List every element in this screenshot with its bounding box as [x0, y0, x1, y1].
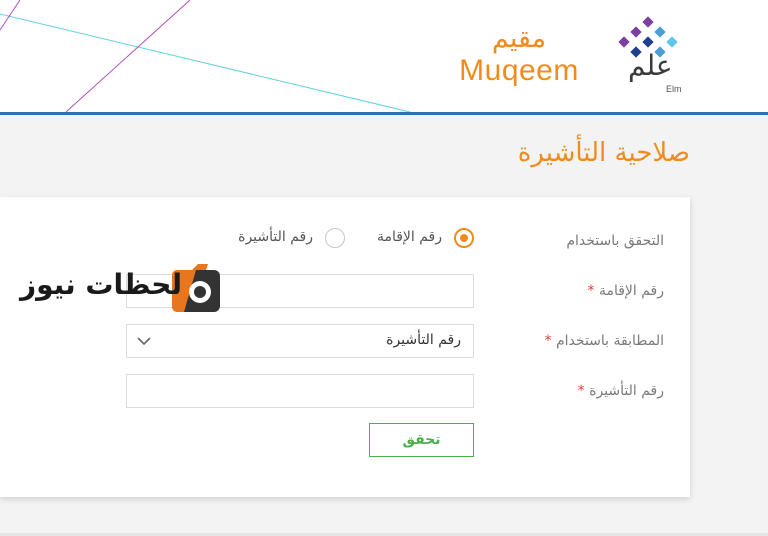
decorative-lines — [0, 0, 411, 112]
iqama-number-label: رقم الإقامة * — [587, 283, 664, 299]
match-by-label: المطابقة باستخدام * — [545, 333, 664, 349]
visa-number-label: رقم التأشيرة * — [578, 383, 664, 399]
radio-visa-number[interactable] — [325, 228, 345, 248]
iqama-number-label-text: رقم الإقامة — [598, 283, 664, 299]
verify-button[interactable]: تحقق — [369, 423, 474, 457]
muqeem-logo-arabic: مقيم — [491, 23, 547, 54]
watermark-text: لحظات نيوز — [20, 268, 182, 301]
elm-logo-arabic: علم — [628, 49, 673, 82]
site-header: مقيم Muqeem علم Elm — [0, 0, 768, 115]
page-title: صلاحية التأشيرة — [517, 138, 690, 168]
required-marker: * — [587, 283, 595, 299]
required-marker: * — [544, 333, 552, 349]
match-by-selected-value: رقم التأشيرة — [386, 332, 461, 348]
required-marker: * — [577, 383, 585, 399]
radio-iqama-number[interactable] — [454, 228, 474, 248]
match-by-select[interactable]: رقم التأشيرة — [126, 324, 474, 358]
radio-iqama-label[interactable]: رقم الإقامة — [377, 229, 442, 245]
muqeem-logo-english: Muqeem — [459, 54, 579, 87]
muqeem-logo[interactable]: مقيم Muqeem — [452, 24, 586, 96]
radio-visa-label[interactable]: رقم التأشيرة — [238, 229, 313, 245]
verify-by-label: التحقق باستخدام — [566, 233, 664, 249]
visa-number-label-text: رقم التأشيرة — [589, 383, 664, 399]
visa-number-input[interactable] — [126, 374, 474, 408]
elm-logo-english: Elm — [666, 84, 682, 94]
match-by-label-text: المطابقة باستخدام — [556, 333, 664, 349]
chevron-down-icon — [137, 337, 151, 346]
